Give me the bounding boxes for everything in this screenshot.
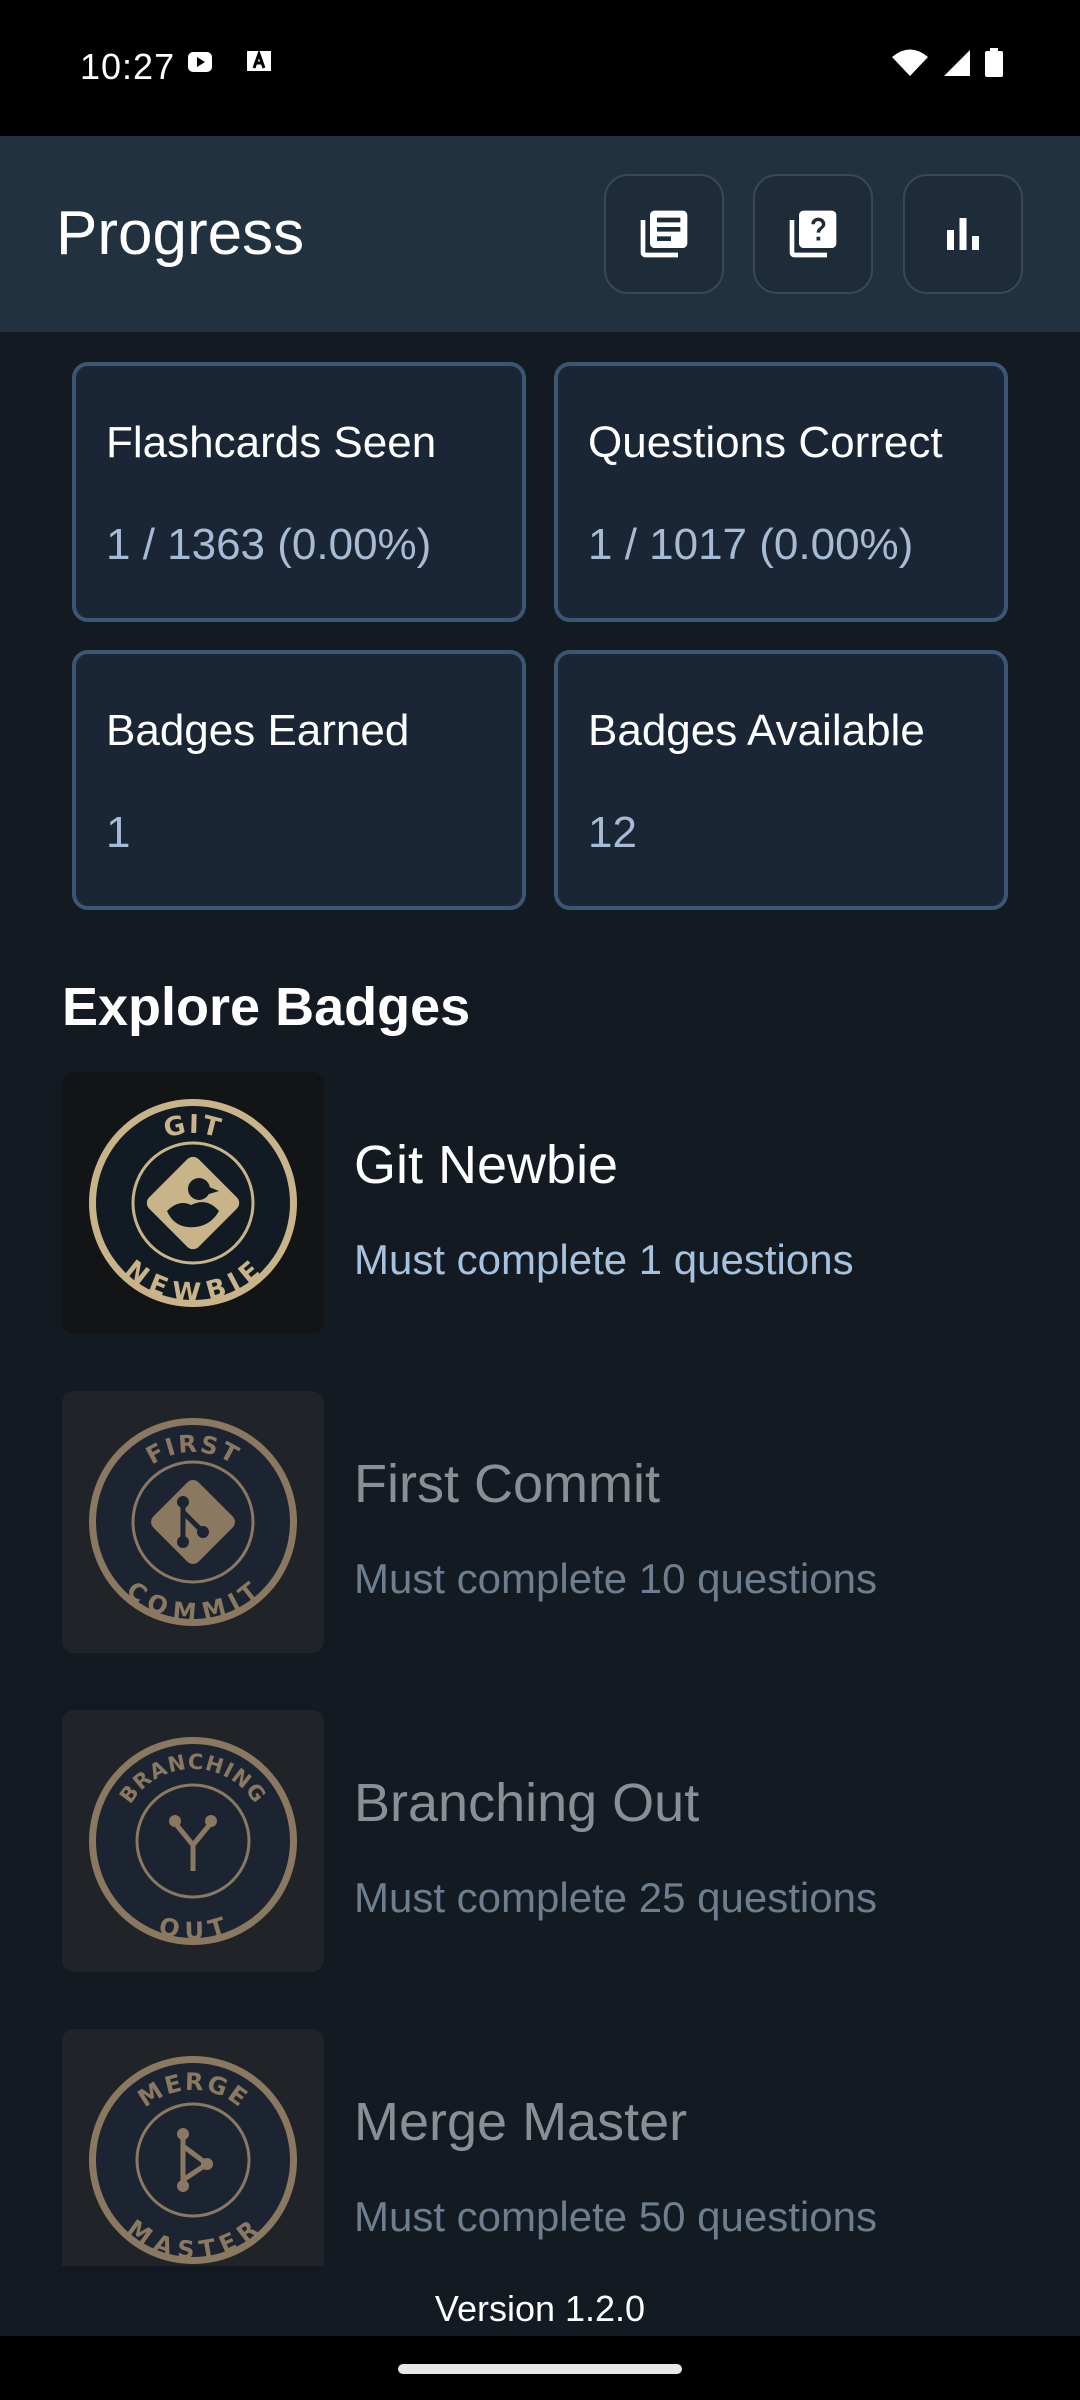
stat-label: Questions Correct xyxy=(588,418,943,467)
badge-name: Merge Master xyxy=(354,2092,688,2152)
app-bar: Progress xyxy=(0,136,1080,332)
bar-chart-icon xyxy=(947,218,979,250)
flashcards-button[interactable] xyxy=(604,174,724,294)
badge-item-merge-master[interactable]: MERGE MASTER Merge Master Must complete … xyxy=(0,2029,1080,2266)
git-diamond-badge-icon: FIRST COMMIT xyxy=(89,1418,297,1627)
badge-name: First Commit xyxy=(354,1454,660,1514)
badge-image: FIRST COMMIT xyxy=(62,1391,324,1653)
stat-value: 12 xyxy=(588,808,637,857)
badge-image: BRANCHING OUT xyxy=(62,1710,324,1972)
badge-requirement: Must complete 1 questions xyxy=(354,1236,854,1283)
stat-card-questions-correct: Questions Correct 1 / 1017 (0.00%) xyxy=(554,362,1008,622)
home-gesture-handle[interactable] xyxy=(398,2364,682,2374)
badge-requirement: Must complete 50 questions xyxy=(354,2193,877,2240)
library-books-icon xyxy=(640,210,688,258)
stat-value: 1 / 1017 (0.00%) xyxy=(588,520,914,569)
stat-label: Badges Available xyxy=(588,706,925,755)
stat-label: Flashcards Seen xyxy=(106,418,437,467)
badge-list[interactable]: GIT NEWBIE Git Newbie Must complete 1 qu… xyxy=(0,1060,1080,2266)
status-bar: 10:27 xyxy=(0,0,1080,136)
status-time: 10:27 xyxy=(80,46,176,87)
section-title-explore-badges: Explore Badges xyxy=(62,977,471,1037)
page-title: Progress xyxy=(56,199,305,268)
badge-image: GIT NEWBIE xyxy=(62,1072,324,1334)
stats-button[interactable] xyxy=(903,174,1023,294)
stat-value: 1 xyxy=(106,808,131,857)
media-play-icon xyxy=(188,52,212,72)
system-nav-bar xyxy=(0,2336,1080,2400)
battery-icon xyxy=(985,48,1003,77)
keyboard-a-icon xyxy=(247,49,271,71)
badge-item-first-commit[interactable]: FIRST COMMIT First Commit Must complete … xyxy=(0,1391,1080,1653)
stat-card-flashcards-seen: Flashcards Seen 1 / 1363 (0.00%) xyxy=(72,362,526,622)
cell-signal-icon xyxy=(944,50,970,76)
badge-name: Branching Out xyxy=(354,1773,700,1833)
stat-card-badges-available: Badges Available 12 xyxy=(554,650,1008,910)
badge-item-branching-out[interactable]: BRANCHING OUT Branching Out Must complet… xyxy=(0,1710,1080,1972)
badge-image: MERGE MASTER xyxy=(62,2029,324,2266)
quiz-button[interactable] xyxy=(753,174,873,294)
badge-emblem-top: GIT xyxy=(161,1110,224,1145)
stat-value: 1 / 1363 (0.00%) xyxy=(106,520,432,569)
badge-item-git-newbie[interactable]: GIT NEWBIE Git Newbie Must complete 1 qu… xyxy=(0,1072,1080,1334)
quiz-question-icon xyxy=(789,210,837,258)
stat-label: Badges Earned xyxy=(106,706,410,755)
svg-text:GIT: GIT xyxy=(161,1110,226,1145)
wifi-icon xyxy=(892,49,928,76)
app-version: Version 1.2.0 xyxy=(434,2288,646,2329)
badge-name: Git Newbie xyxy=(354,1135,619,1195)
duck-badge-icon: GIT NEWBIE xyxy=(89,1099,297,1309)
merge-badge-icon: MERGE MASTER xyxy=(89,2056,297,2264)
badge-requirement: Must complete 25 questions xyxy=(354,1874,877,1921)
branch-badge-icon: BRANCHING OUT xyxy=(89,1737,297,1945)
badge-requirement: Must complete 10 questions xyxy=(354,1555,877,1602)
stat-card-badges-earned: Badges Earned 1 xyxy=(72,650,526,910)
